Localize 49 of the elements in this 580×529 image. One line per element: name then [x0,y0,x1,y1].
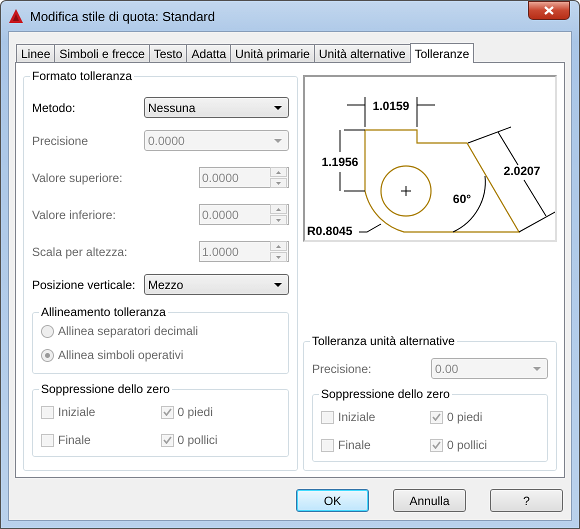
tab[interactable]: Unità primarie [230,44,315,62]
window-title: Modifica stile di quota: Standard [30,8,215,24]
field-label: Scala per altezza: [32,244,128,258]
dropdown[interactable]: Nessuna [144,97,289,118]
group-title: Tolleranza unità alternative [311,334,456,348]
group-title: Allineamento tolleranza [40,305,167,319]
checkbox-label: 0 pollici [178,433,218,447]
tab[interactable]: Testo [148,44,188,62]
tab[interactable]: Unità alternative [314,44,411,62]
tab[interactable]: Simboli e frecce [54,44,150,62]
dialog-button[interactable]: ? [490,489,563,512]
center-mark [400,186,412,196]
dropdown-arrow-icon [274,138,282,142]
tab[interactable]: Tolleranze [410,43,474,63]
dimension-label: 1.0159 [372,99,410,113]
hole-circle [380,165,432,217]
checkbox-label: 0 piedi [178,405,213,419]
dimension-label: 60° [452,192,472,206]
field-label: Valore inferiore: [32,208,116,222]
dropdown-arrow-icon [274,106,282,110]
radio-label: Allinea separatori decimali [58,324,198,338]
checkbox-label: Finale [338,438,371,452]
checkbox-label: 0 piedi [447,410,482,424]
app-logo-icon [8,8,24,24]
dimension-label: 1.1956 [322,155,358,169]
dropdown-arrow-icon [533,366,541,370]
group-title: Soppressione dello zero [40,382,171,396]
dimension-label: 2.0207 [504,164,540,178]
group-title: Soppressione dello zero [320,387,451,401]
dimension-label: R0.8045 [307,224,352,238]
field-label: Metodo: [32,100,76,114]
checkbox-label: Iniziale [58,405,96,419]
dialog-button[interactable]: OK [296,489,369,512]
dropdown-arrow-icon [274,282,282,286]
radio-label: Allinea simboli operativi [58,348,184,362]
close-icon [544,6,554,15]
group-title: Formato tolleranza [31,69,134,83]
tab[interactable]: Adatta [186,44,232,62]
field-label: Precisione [32,134,88,148]
field-label: Valore superiore: [32,170,122,184]
close-button[interactable] [528,1,570,20]
checkbox-label: Iniziale [338,410,376,424]
checkbox-label: 0 pollici [447,438,488,452]
field-label: Precisione: [312,362,372,376]
dialog-button[interactable]: Annulla [393,489,466,512]
checkbox-label: Finale [58,433,91,447]
tab[interactable]: Linee [16,44,56,62]
field-label: Posizione verticale: [32,278,136,292]
dropdown[interactable]: Mezzo [144,274,289,295]
